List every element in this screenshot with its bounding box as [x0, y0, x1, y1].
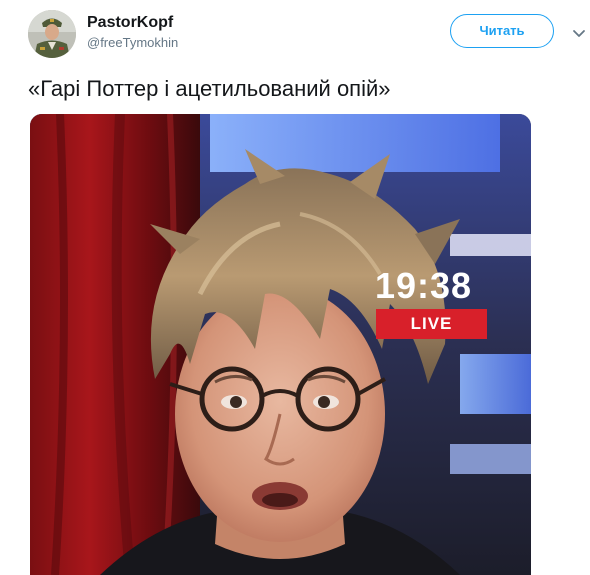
broadcast-clock: 19:38 [375, 265, 473, 306]
tweet-media-photo[interactable]: 19:38 LIVE [30, 114, 531, 575]
chevron-down-icon[interactable] [572, 26, 586, 37]
tweet: PastorKopf @freeTymokhin Читать «Гарі По… [0, 0, 590, 575]
follow-button[interactable]: Читать [450, 14, 554, 48]
photo-image [30, 114, 531, 575]
tweet-author[interactable]: PastorKopf @freeTymokhin [87, 13, 178, 52]
live-badge: LIVE [376, 309, 487, 339]
avatar-image [28, 10, 76, 58]
display-name[interactable]: PastorKopf [87, 13, 178, 33]
tweet-text: «Гарі Поттер і ацетильований опій» [28, 76, 391, 101]
user-handle[interactable]: @freeTymokhin [87, 34, 178, 52]
avatar[interactable] [28, 10, 76, 58]
